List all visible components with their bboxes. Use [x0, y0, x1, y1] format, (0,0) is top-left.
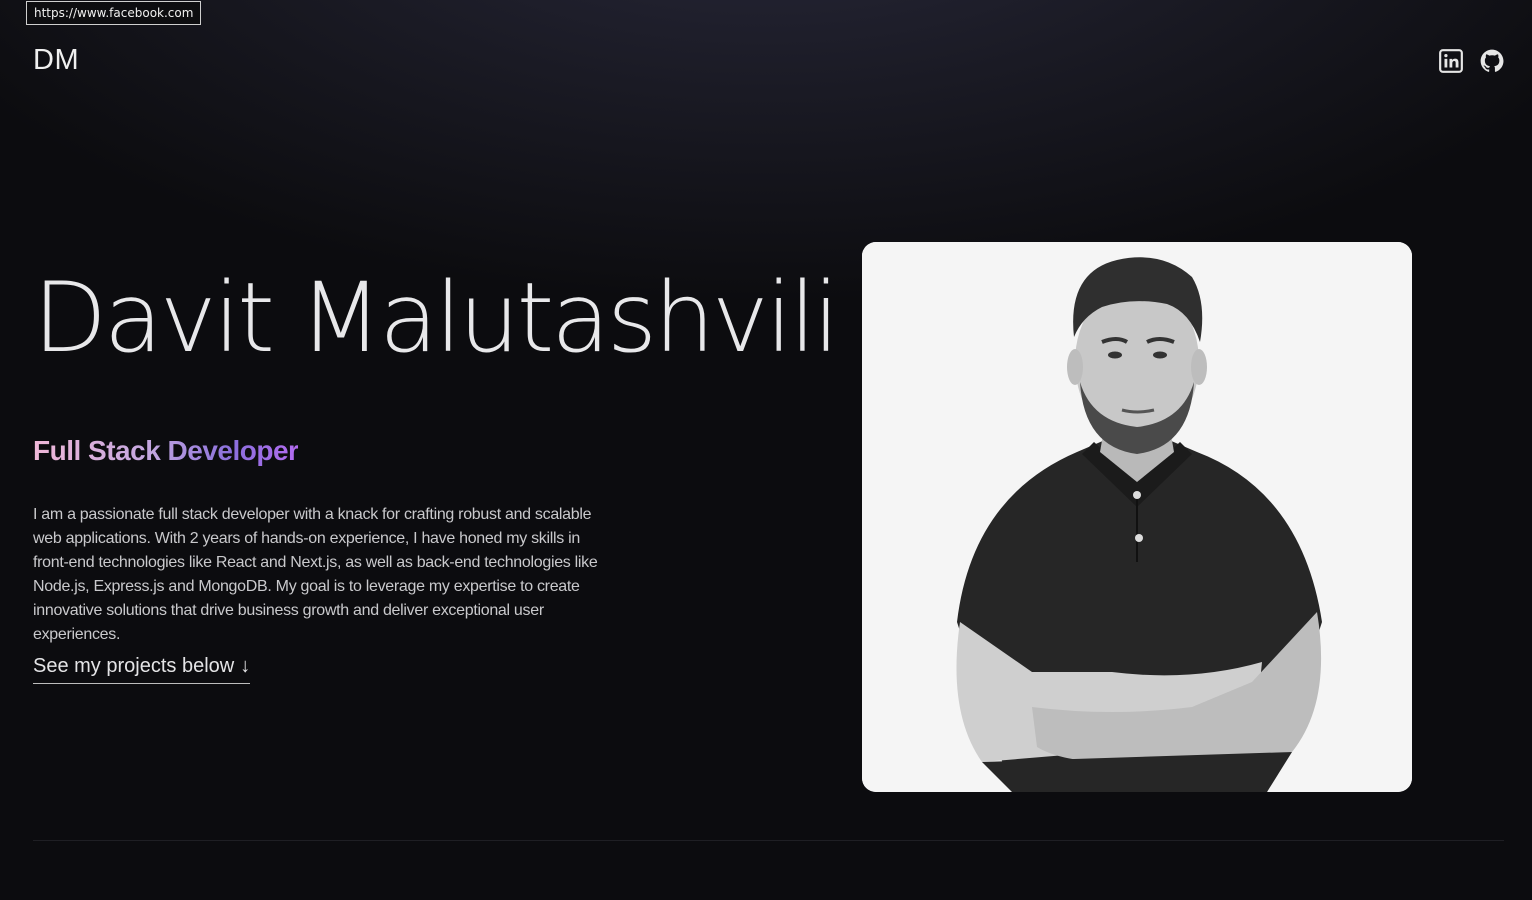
logo[interactable]: DM — [33, 44, 79, 77]
github-link[interactable] — [1479, 48, 1505, 74]
linkedin-icon — [1439, 49, 1463, 73]
github-icon — [1480, 49, 1504, 72]
see-projects-link[interactable]: See my projects below ↓ — [33, 655, 251, 684]
hero-bio: I am a passionate full stack developer w… — [33, 506, 598, 643]
hero-role: Full Stack Developer — [33, 435, 299, 466]
hero-name: Davit Malutashvili — [33, 262, 840, 374]
person-portrait-image — [862, 242, 1412, 792]
section-divider — [33, 840, 1504, 841]
arrow-down-icon: ↓ — [240, 655, 251, 677]
profile-photo — [862, 242, 1412, 792]
url-tooltip: https://www.facebook.com — [26, 1, 202, 25]
linkedin-link[interactable] — [1438, 48, 1464, 74]
cta-label: See my projects below — [33, 655, 235, 677]
social-links — [1438, 48, 1505, 74]
